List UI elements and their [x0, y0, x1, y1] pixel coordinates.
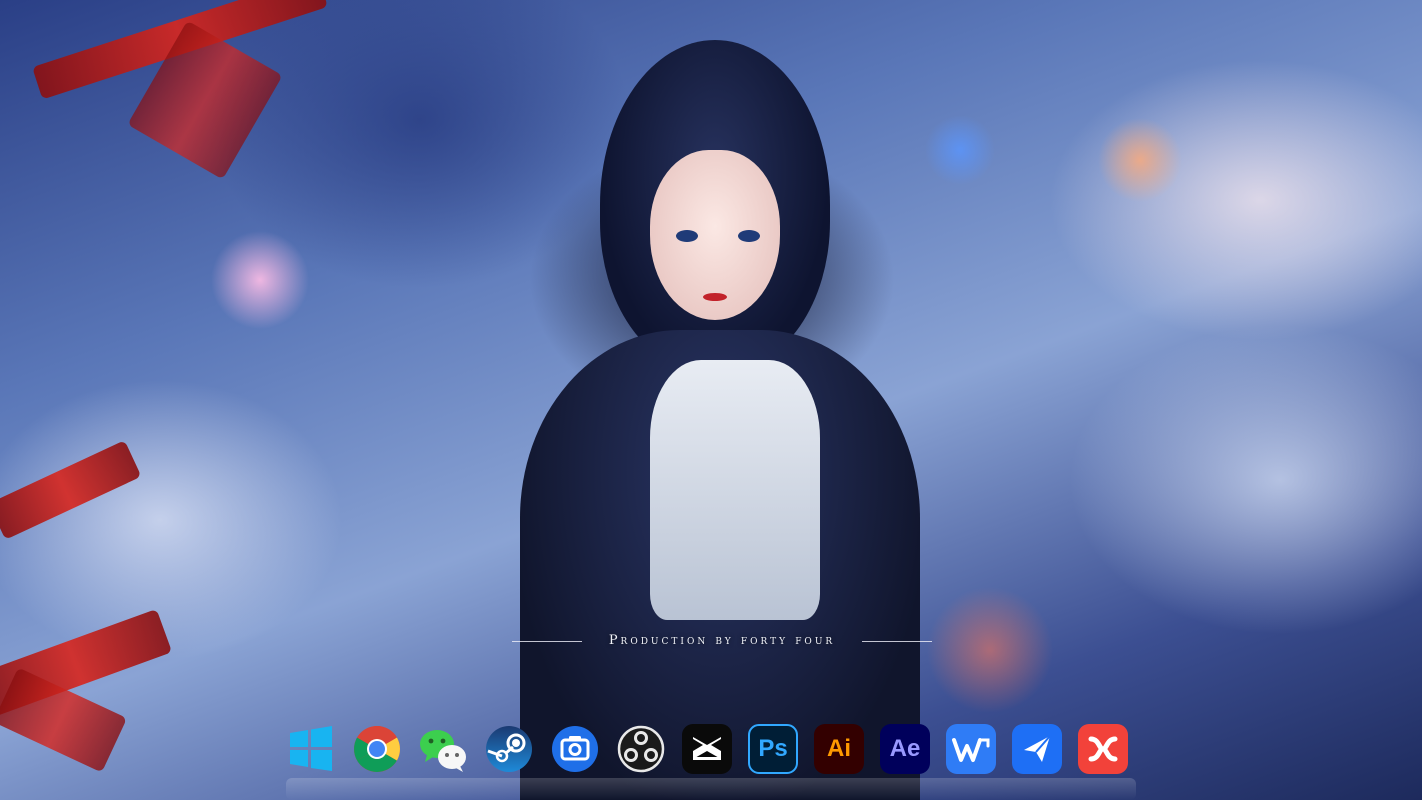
obs-studio-button[interactable]	[616, 724, 666, 774]
capcut-icon	[689, 731, 725, 767]
xmind-button[interactable]	[1078, 724, 1128, 774]
windows-start-icon	[288, 726, 334, 772]
photoshop-button[interactable]: Ps	[748, 724, 798, 774]
screenshot-icon	[551, 725, 599, 773]
xmind-icon	[1085, 731, 1121, 767]
wallpaper-figure-eye	[738, 230, 760, 242]
windows-start-button[interactable]	[286, 724, 336, 774]
wechat-icon	[418, 724, 468, 774]
steam-icon	[485, 725, 533, 773]
dock-reflection	[286, 778, 1136, 800]
wallpaper-figure-garment	[650, 360, 820, 620]
after-effects-icon: Ae	[889, 735, 921, 762]
wps-icon	[952, 734, 990, 764]
after-effects-button[interactable]: Ae	[880, 724, 930, 774]
capcut-button[interactable]	[682, 724, 732, 774]
wallpaper-figure-lips	[703, 293, 727, 301]
feishu-icon	[1020, 732, 1054, 766]
chrome-icon	[353, 725, 401, 773]
red-ribbon-decoration	[0, 440, 142, 540]
wps-office-button[interactable]	[946, 724, 996, 774]
obs-icon	[617, 725, 665, 773]
app-dock: Ps Ai Ae	[286, 722, 1128, 776]
wallpaper-watermark: Production by forty four	[512, 633, 932, 648]
desktop: Production by forty four Ps Ai Ae	[0, 0, 1422, 800]
chrome-button[interactable]	[352, 724, 402, 774]
wallpaper-figure-eye	[676, 230, 698, 242]
illustrator-button[interactable]: Ai	[814, 724, 864, 774]
wechat-button[interactable]	[418, 724, 468, 774]
screenshot-tool-button[interactable]	[550, 724, 600, 774]
feishu-button[interactable]	[1012, 724, 1062, 774]
photoshop-icon: Ps	[758, 735, 788, 762]
steam-button[interactable]	[484, 724, 534, 774]
illustrator-icon: Ai	[827, 735, 851, 762]
